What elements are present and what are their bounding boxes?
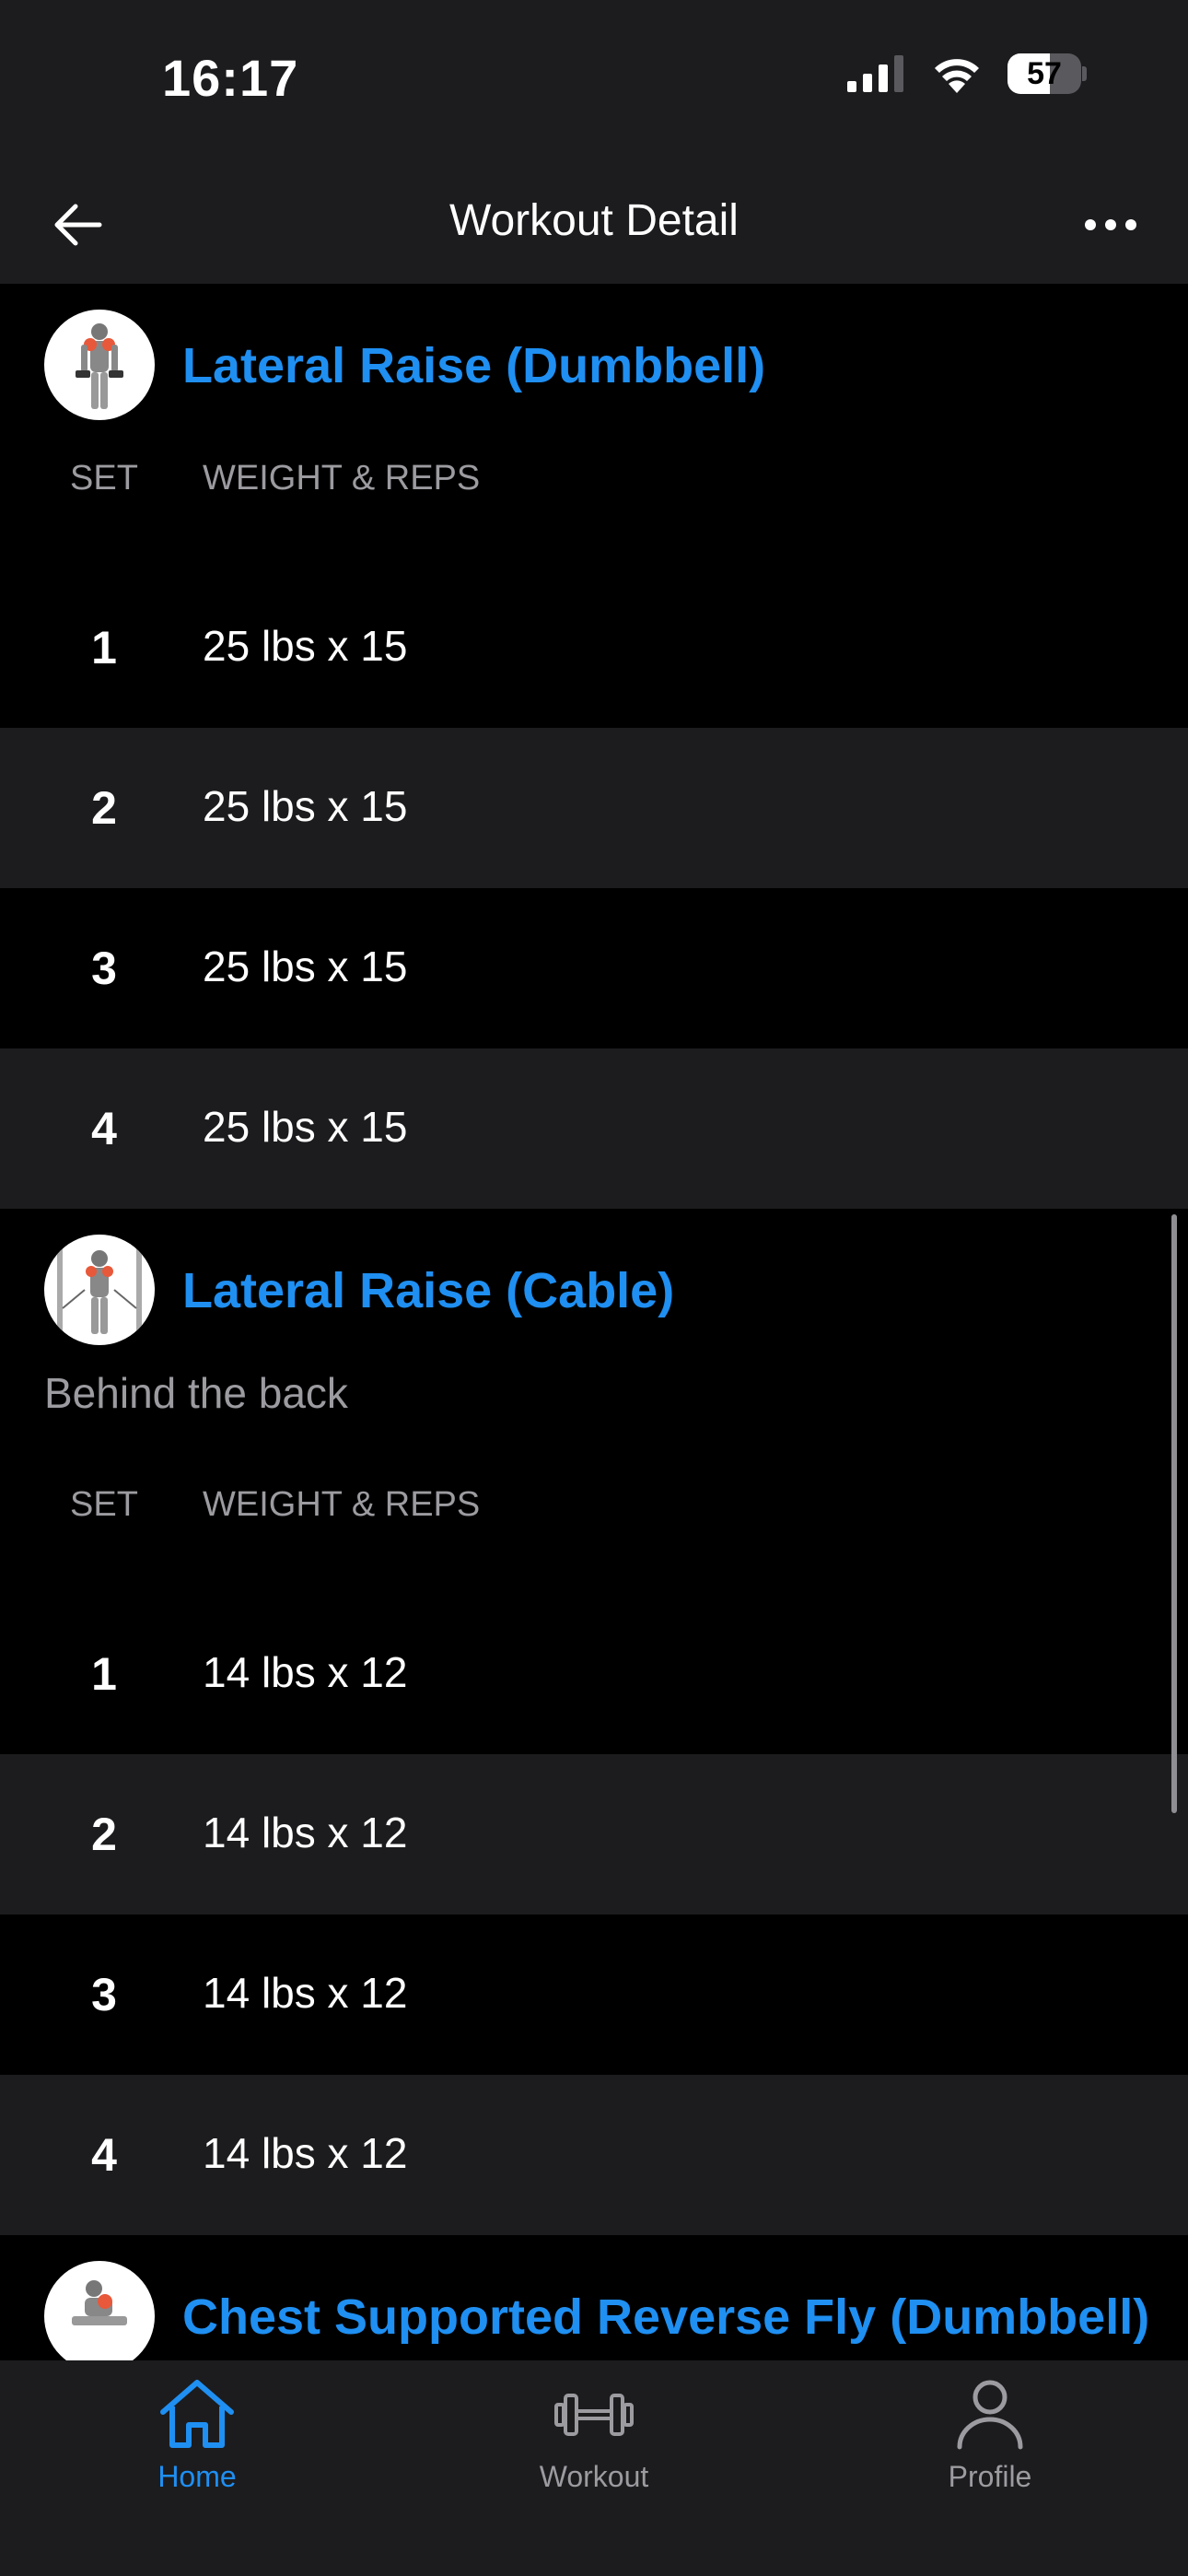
set-weight-reps: 14 lbs x 12 <box>203 2129 408 2177</box>
exercise-title[interactable]: Chest Supported Reverse Fly (Dumbbell) <box>182 2289 1149 2346</box>
tab-profile[interactable]: Profile <box>889 2377 1091 2494</box>
set-row: 1 14 lbs x 12 <box>0 1594 1188 1754</box>
set-weight-reps: 14 lbs x 12 <box>203 1809 408 1856</box>
status-icons: 57 <box>847 53 1087 94</box>
set-row: 4 25 lbs x 15 <box>0 1048 1188 1209</box>
status-time: 16:17 <box>162 49 299 107</box>
tab-bar: Home Workout Profile <box>0 2360 1188 2576</box>
tab-workout[interactable]: Workout <box>493 2377 695 2494</box>
tab-label: Workout <box>539 2460 649 2493</box>
set-number: 1 <box>91 1648 117 1700</box>
set-number: 1 <box>91 622 117 673</box>
weight-reps-column-label: WEIGHT & REPS <box>203 1485 481 1524</box>
battery-level: 57 <box>1027 56 1062 91</box>
set-row: 3 25 lbs x 15 <box>0 888 1188 1048</box>
set-weight-reps: 14 lbs x 12 <box>203 1969 408 2017</box>
exercise-figure-icon <box>76 323 123 409</box>
tab-home[interactable]: Home <box>96 2377 298 2494</box>
set-row: 2 14 lbs x 12 <box>0 1754 1188 1914</box>
workout-exercise-list[interactable]: Lateral Raise (Dumbbell) SET WEIGHT & RE… <box>0 284 1188 2360</box>
set-number: 2 <box>91 782 117 834</box>
exercise-note: Behind the back <box>44 1369 348 1417</box>
battery-icon: 57 <box>1007 53 1087 94</box>
set-row: 1 25 lbs x 15 <box>0 568 1188 728</box>
set-row: 4 14 lbs x 12 <box>0 2075 1188 2235</box>
set-column-header: SET WEIGHT & REPS <box>0 440 1188 568</box>
cellular-signal-icon <box>847 55 903 92</box>
set-weight-reps: 25 lbs x 15 <box>203 782 408 830</box>
set-column-label: SET <box>70 1485 138 1524</box>
exercise-thumbnail <box>44 2261 155 2360</box>
set-row: 2 25 lbs x 15 <box>0 728 1188 888</box>
set-row: 3 14 lbs x 12 <box>0 1914 1188 2075</box>
tab-label: Profile <box>948 2460 1032 2493</box>
set-column-label: SET <box>70 459 138 498</box>
exercise-header[interactable]: Lateral Raise (Dumbbell) <box>0 284 1188 440</box>
set-number: 4 <box>91 1103 117 1154</box>
exercise-title[interactable]: Lateral Raise (Dumbbell) <box>182 337 765 394</box>
exercise-thumbnail <box>44 310 155 420</box>
exercise-figure-icon <box>72 2280 127 2325</box>
wifi-icon <box>935 59 979 93</box>
set-weight-reps: 25 lbs x 15 <box>203 1103 408 1151</box>
exercise-header[interactable]: Chest Supported Reverse Fly (Dumbbell) <box>0 2235 1188 2360</box>
home-icon <box>160 2380 234 2448</box>
exercise-header[interactable]: Lateral Raise (Cable) <box>0 1209 1188 1365</box>
scrollbar[interactable] <box>1171 1214 1177 1813</box>
set-weight-reps: 25 lbs x 15 <box>203 622 408 670</box>
weight-reps-column-label: WEIGHT & REPS <box>203 459 481 498</box>
page-title: Workout Detail <box>449 196 739 245</box>
exercise-title[interactable]: Lateral Raise (Cable) <box>182 1262 674 1319</box>
set-weight-reps: 25 lbs x 15 <box>203 943 408 990</box>
exercise-thumbnail <box>44 1235 155 1345</box>
set-number: 3 <box>91 1969 117 2020</box>
set-column-header: SET WEIGHT & REPS <box>0 1467 1188 1594</box>
dumbbell-icon <box>554 2394 634 2436</box>
tab-label: Home <box>157 2460 237 2493</box>
set-number: 3 <box>91 943 117 994</box>
set-weight-reps: 14 lbs x 12 <box>203 1648 408 1696</box>
set-number: 2 <box>91 1809 117 1860</box>
person-icon <box>957 2380 1023 2450</box>
more-options-icon[interactable] <box>1081 197 1140 252</box>
top-bar: 16:17 57 Workout Detail <box>0 0 1188 284</box>
set-number: 4 <box>91 2129 117 2181</box>
exercise-figure-icon <box>57 1247 142 1334</box>
